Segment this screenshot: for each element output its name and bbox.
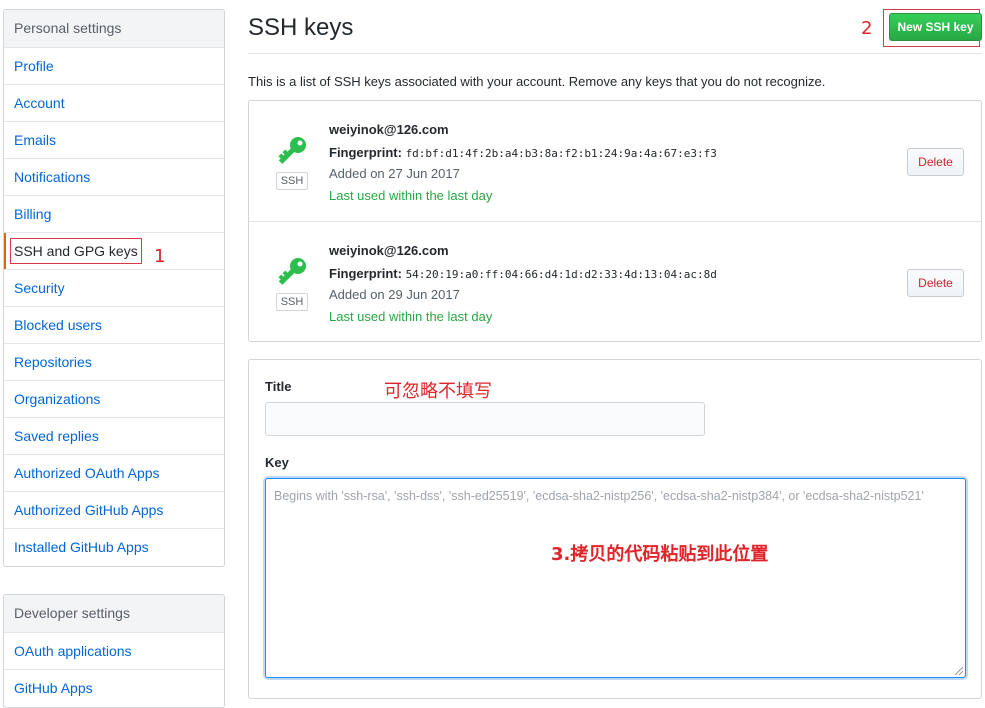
page-title: SSH keys — [248, 14, 354, 41]
sidebar-item-github-apps[interactable]: GitHub Apps — [4, 670, 224, 707]
resize-handle[interactable] — [955, 667, 963, 675]
key-added-date: Added on 29 Jun 2017 — [329, 287, 460, 302]
sidebar-item-notifications[interactable]: Notifications — [4, 159, 224, 196]
sidebar-item-blocked-users[interactable]: Blocked users — [4, 307, 224, 344]
sidebar-item-ssh-gpg-keys[interactable]: SSH and GPG keys — [4, 233, 224, 270]
sidebar-item-billing[interactable]: Billing — [4, 196, 224, 233]
key-title: weiyinok@126.com — [329, 243, 449, 258]
key-placeholder: Begins with 'ssh-rsa', 'ssh-dss', 'ssh-e… — [274, 489, 924, 503]
delete-key-button[interactable]: Delete — [907, 269, 964, 297]
intro-text: This is a list of SSH keys associated wi… — [248, 74, 826, 89]
personal-settings-menu: Personal settings Profile Account Emails… — [3, 9, 225, 567]
fingerprint-value: fd:bf:d1:4f:2b:a4:b3:8a:f2:b1:24:9a:4a:6… — [405, 147, 717, 160]
sidebar-item-profile[interactable]: Profile — [4, 48, 224, 85]
sidebar-item-emails[interactable]: Emails — [4, 122, 224, 159]
title-label: Title — [265, 379, 292, 394]
sidebar-item-saved-replies[interactable]: Saved replies — [4, 418, 224, 455]
developer-settings-menu: Developer settings OAuth applications Gi… — [3, 594, 225, 708]
sidebar-item-security[interactable]: Security — [4, 270, 224, 307]
key-title: weiyinok@126.com — [329, 122, 449, 137]
new-ssh-key-button[interactable]: New SSH key — [889, 13, 982, 41]
annotation-key-hint: 3.拷贝的代码粘贴到此位置 — [551, 544, 769, 565]
annotation-title-hint: 可忽略不填写 — [384, 381, 492, 402]
key-icon — [278, 258, 306, 285]
sidebar-item-ssh-gpg-keys-label: SSH and GPG keys — [10, 238, 142, 264]
key-last-used: Last used within the last day — [329, 188, 493, 203]
ssh-badge: SSH — [276, 172, 308, 190]
key-fingerprint: Fingerprint: 54:20:19:a0:ff:04:66:d4:1d:… — [329, 266, 717, 281]
sidebar-item-repositories[interactable]: Repositories — [4, 344, 224, 381]
ssh-key-list: SSH weiyinok@126.com Fingerprint: fd:bf:… — [248, 100, 982, 342]
developer-settings-heading: Developer settings — [4, 595, 224, 633]
ssh-key-item: SSH weiyinok@126.com Fingerprint: 54:20:… — [249, 221, 981, 342]
personal-settings-heading: Personal settings — [4, 10, 224, 48]
key-last-used: Last used within the last day — [329, 309, 493, 324]
key-icon — [278, 137, 306, 164]
sidebar-item-account[interactable]: Account — [4, 85, 224, 122]
ssh-badge: SSH — [276, 293, 308, 311]
delete-key-button[interactable]: Delete — [907, 148, 964, 176]
sidebar-item-authorized-github-apps[interactable]: Authorized GitHub Apps — [4, 492, 224, 529]
fingerprint-value: 54:20:19:a0:ff:04:66:d4:1d:d2:33:4d:13:0… — [405, 268, 717, 281]
key-added-date: Added on 27 Jun 2017 — [329, 166, 460, 181]
fingerprint-label: Fingerprint: — [329, 145, 402, 160]
sidebar-item-oauth-applications[interactable]: OAuth applications — [4, 633, 224, 670]
annotation-step-2: 2 — [861, 18, 873, 39]
key-label: Key — [265, 455, 289, 470]
sidebar-item-installed-github-apps[interactable]: Installed GitHub Apps — [4, 529, 224, 566]
title-input[interactable] — [265, 402, 705, 436]
sidebar-item-organizations[interactable]: Organizations — [4, 381, 224, 418]
ssh-key-item: SSH weiyinok@126.com Fingerprint: fd:bf:… — [249, 101, 981, 221]
sidebar-item-authorized-oauth-apps[interactable]: Authorized OAuth Apps — [4, 455, 224, 492]
title-divider — [248, 53, 982, 54]
key-textarea[interactable]: Begins with 'ssh-rsa', 'ssh-dss', 'ssh-e… — [265, 478, 966, 678]
annotation-step-1: 1 — [154, 246, 166, 267]
key-fingerprint: Fingerprint: fd:bf:d1:4f:2b:a4:b3:8a:f2:… — [329, 145, 717, 160]
fingerprint-label: Fingerprint: — [329, 266, 402, 281]
